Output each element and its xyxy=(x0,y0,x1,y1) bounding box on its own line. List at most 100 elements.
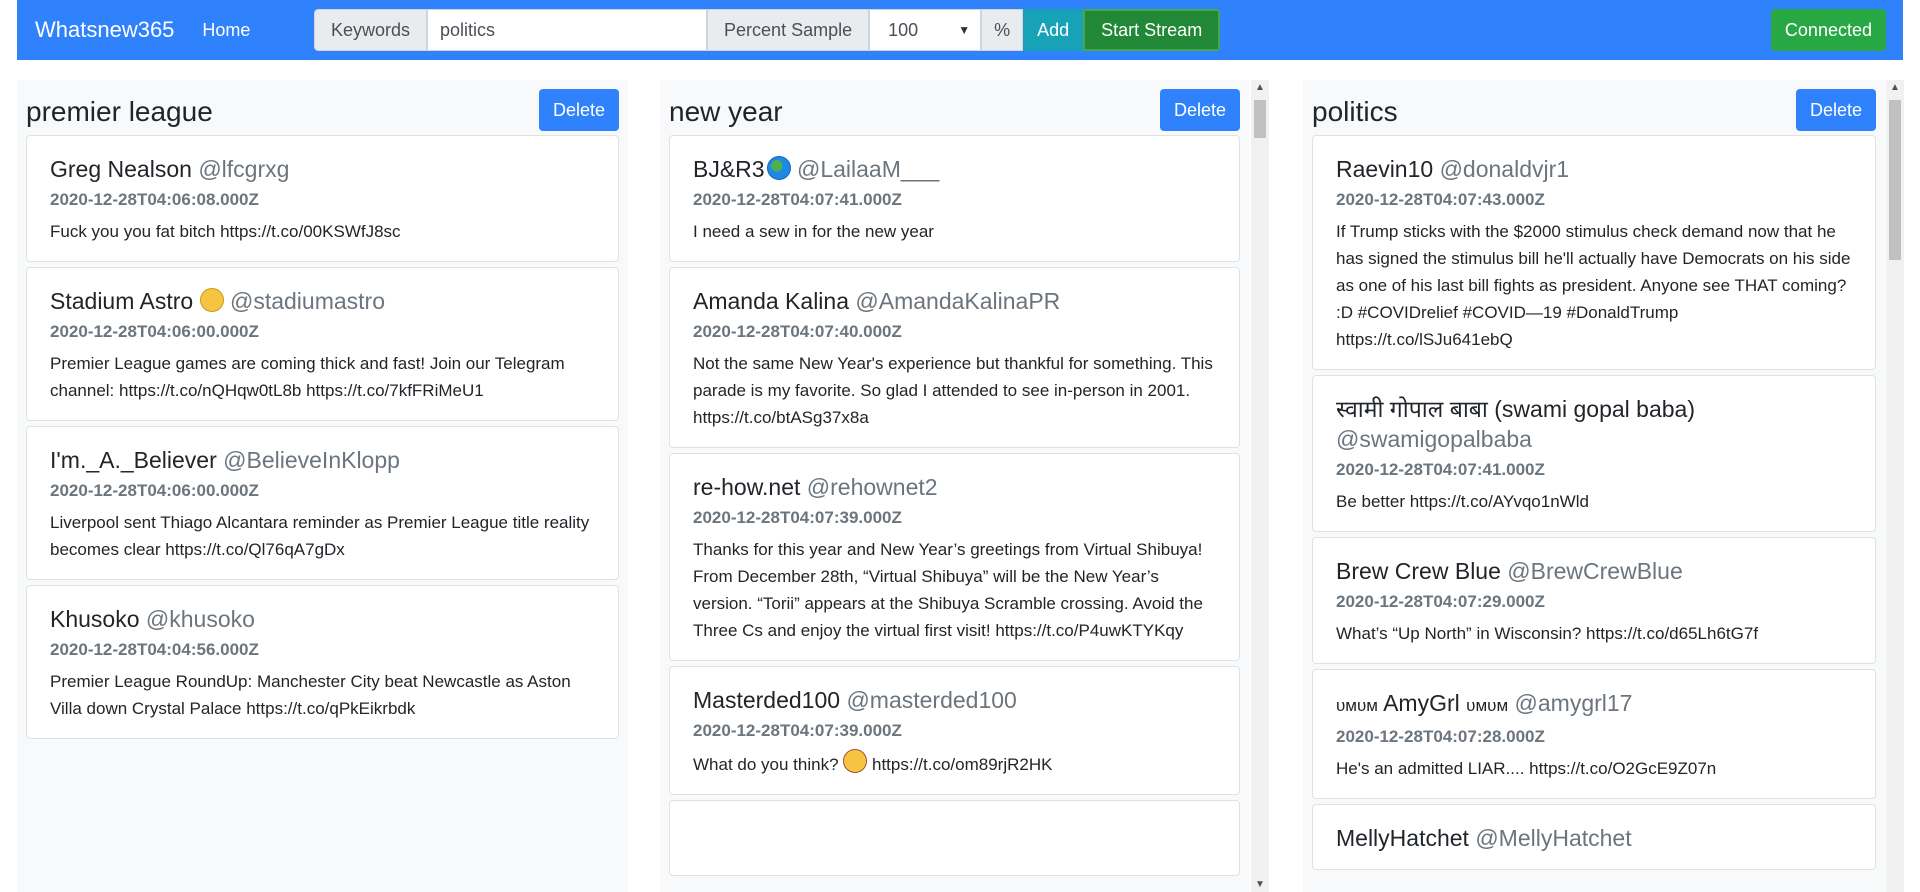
tweet-author: ᴜᴍᴜᴍ AmyGrl ᴜᴍᴜᴍ @amygrl17 xyxy=(1336,688,1852,721)
scrollbar-thumb[interactable] xyxy=(1254,100,1266,138)
tweet-text: Be better https://t.co/AYvqo1nWld xyxy=(1336,492,1589,511)
user-name: MellyHatchet xyxy=(1336,825,1469,851)
tweet-author: स्वामी गोपाल बाबा (swami gopal baba) @sw… xyxy=(1336,394,1852,454)
user-handle[interactable]: @swamigopalbaba xyxy=(1336,426,1532,452)
column-title: premier league xyxy=(26,96,213,127)
user-name-prefix: ᴜᴍᴜᴍ xyxy=(1336,696,1378,715)
tweet-timestamp: 2020-12-28T04:07:39.000Z xyxy=(693,721,902,740)
tweet-list: Greg Nealson @lfcgrxg 2020-12-28T04:06:0… xyxy=(26,135,619,744)
add-button[interactable]: Add xyxy=(1023,9,1084,51)
stream-column-premier-league: premier league Delete Greg Nealson @lfcg… xyxy=(17,80,628,892)
percent-sample-select[interactable]: 100 ▼ xyxy=(869,9,982,51)
tweet-author: I'm._A._Believer @BelieveInKlopp xyxy=(50,445,595,475)
tweet-text-after: https://t.co/om89rjR2HK xyxy=(867,755,1053,774)
keywords-label: Keywords xyxy=(314,9,428,51)
column-title: politics xyxy=(1312,96,1398,127)
stream-controls: Keywords Percent Sample 100 ▼ % Add Star… xyxy=(314,9,1221,51)
tweet-text: What do you think? https://t.co/om89rjR2… xyxy=(693,749,1216,778)
tweet-text: Liverpool sent Thiago Alcantara reminder… xyxy=(50,513,590,559)
percent-sample-value: 100 xyxy=(888,19,919,40)
user-name: Raevin10 xyxy=(1336,156,1434,182)
tweet-author: Raevin10 @donaldvjr1 xyxy=(1336,154,1852,184)
tweet-card: MellyHatchet @MellyHatchet xyxy=(1312,804,1876,870)
tweet-timestamp: 2020-12-28T04:07:40.000Z xyxy=(693,322,902,341)
tweet-timestamp: 2020-12-28T04:07:29.000Z xyxy=(1336,592,1545,611)
tweet-card: Brew Crew Blue @BrewCrewBlue 2020-12-28T… xyxy=(1312,537,1876,664)
user-handle[interactable]: @khusoko xyxy=(146,606,255,632)
user-handle[interactable]: @stadiumastro xyxy=(230,288,385,314)
user-handle[interactable]: @MellyHatchet xyxy=(1475,825,1631,851)
delete-button[interactable]: Delete xyxy=(1159,89,1240,131)
delete-button[interactable]: Delete xyxy=(1795,89,1876,131)
tweet-author: Greg Nealson @lfcgrxg xyxy=(50,154,595,184)
scroll-up-arrow-icon[interactable]: ▲ xyxy=(1251,82,1269,93)
user-handle[interactable]: @AmandaKalinaPR xyxy=(855,288,1060,314)
column-scrollbar[interactable]: ▲ xyxy=(1886,80,1904,892)
tweet-author: Masterded100 @masterded100 xyxy=(693,685,1216,715)
percent-unit: % xyxy=(981,9,1024,51)
tweet-author: MellyHatchet @MellyHatchet xyxy=(1336,823,1852,853)
tweet-text: He's an admitted LIAR.... https://t.co/O… xyxy=(1336,759,1717,778)
user-name: AmyGrl xyxy=(1383,690,1460,716)
brand[interactable]: Whatsnew365 xyxy=(35,17,174,43)
user-name: I'm._A._Believer xyxy=(50,447,217,473)
user-handle[interactable]: @BelieveInKlopp xyxy=(223,447,400,473)
start-stream-button[interactable]: Start Stream xyxy=(1083,9,1221,51)
connection-status-badge[interactable]: Connected xyxy=(1770,9,1886,51)
tweet-timestamp: 2020-12-28T04:06:00.000Z xyxy=(50,481,259,500)
user-handle[interactable]: @BrewCrewBlue xyxy=(1507,558,1682,584)
tweet-card: BJ&R3 @LailaaM___ 2020-12-28T04:07:41.00… xyxy=(669,135,1240,262)
tweet-timestamp: 2020-12-28T04:04:56.000Z xyxy=(50,640,259,659)
column-scrollbar[interactable]: ▲ ▼ xyxy=(1251,80,1269,892)
tweet-card: Khusoko @khusoko 2020-12-28T04:04:56.000… xyxy=(26,585,619,739)
user-handle[interactable]: @rehownet2 xyxy=(807,474,938,500)
tweet-timestamp: 2020-12-28T04:06:08.000Z xyxy=(50,190,259,209)
tweet-card: ᴜᴍᴜᴍ AmyGrl ᴜᴍᴜᴍ @amygrl17 2020-12-28T04… xyxy=(1312,669,1876,799)
tweet-timestamp: 2020-12-28T04:07:28.000Z xyxy=(1336,727,1545,746)
tweet-card: Masterded100 @masterded100 2020-12-28T04… xyxy=(669,666,1240,795)
chevron-down-icon: ▼ xyxy=(958,23,971,37)
column-title: new year xyxy=(669,96,783,127)
tweet-card: Stadium Astro @stadiumastro 2020-12-28T0… xyxy=(26,267,619,421)
tweet-card: Greg Nealson @lfcgrxg 2020-12-28T04:06:0… xyxy=(26,135,619,262)
user-name: re-how.net xyxy=(693,474,801,500)
tweet-card: Amanda Kalina @AmandaKalinaPR 2020-12-28… xyxy=(669,267,1240,448)
globe-emoji-icon xyxy=(766,156,791,180)
tweet-timestamp: 2020-12-28T04:07:39.000Z xyxy=(693,508,902,527)
tweet-author: Brew Crew Blue @BrewCrewBlue xyxy=(1336,556,1852,586)
scroll-down-arrow-icon[interactable]: ▼ xyxy=(1251,879,1269,890)
tweet-text: Thanks for this year and New Year’s gree… xyxy=(693,540,1203,640)
user-handle[interactable]: @donaldvjr1 xyxy=(1440,156,1569,182)
tweet-list: Raevin10 @donaldvjr1 2020-12-28T04:07:43… xyxy=(1312,135,1876,875)
tweet-author: re-how.net @rehownet2 xyxy=(693,472,1216,502)
user-handle[interactable]: @masterded100 xyxy=(846,687,1016,713)
column-header: new year Delete xyxy=(669,89,1240,131)
tweet-list: BJ&R3 @LailaaM___ 2020-12-28T04:07:41.00… xyxy=(669,135,1240,881)
percent-sample-label: Percent Sample xyxy=(707,9,870,51)
keywords-input[interactable] xyxy=(427,9,708,51)
user-handle[interactable]: @LailaaM___ xyxy=(797,156,939,182)
tweet-text: Fuck you you fat bitch https://t.co/00KS… xyxy=(50,222,401,241)
user-handle[interactable]: @lfcgrxg xyxy=(198,156,289,182)
tweet-text: I need a sew in for the new year xyxy=(693,222,934,241)
tweet-text: Not the same New Year's experience but t… xyxy=(693,354,1213,427)
tweet-card xyxy=(669,800,1240,876)
scrollbar-thumb[interactable] xyxy=(1889,100,1901,260)
cowboy-emoji-icon xyxy=(843,749,868,773)
column-header: premier league Delete xyxy=(26,89,619,131)
tweet-timestamp: 2020-12-28T04:06:00.000Z xyxy=(50,322,259,341)
tweet-timestamp: 2020-12-28T04:07:43.000Z xyxy=(1336,190,1545,209)
delete-button[interactable]: Delete xyxy=(538,89,619,131)
sunglasses-emoji-icon xyxy=(199,288,224,312)
user-name: Khusoko xyxy=(50,606,140,632)
nav-home-link[interactable]: Home xyxy=(202,20,250,41)
column-header: politics Delete xyxy=(1312,89,1876,131)
user-name: BJ&R3 xyxy=(693,156,765,182)
scroll-up-arrow-icon[interactable]: ▲ xyxy=(1886,82,1904,93)
navbar: Whatsnew365 Home Keywords Percent Sample… xyxy=(17,0,1903,60)
tweet-card: स्वामी गोपाल बाबा (swami gopal baba) @sw… xyxy=(1312,375,1876,532)
user-handle[interactable]: @amygrl17 xyxy=(1515,690,1633,716)
user-name-suffix: ᴜᴍᴜᴍ xyxy=(1466,696,1509,715)
tweet-text: What’s “Up North” in Wisconsin? https://… xyxy=(1336,624,1759,643)
tweet-author: Amanda Kalina @AmandaKalinaPR xyxy=(693,286,1216,316)
